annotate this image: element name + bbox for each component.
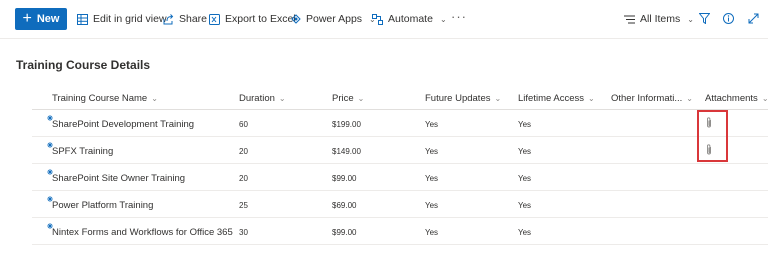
future-updates-cell: Yes: [425, 120, 439, 129]
table-row[interactable]: SharePoint Development Training 60 $199.…: [32, 110, 768, 137]
annotation-highlight-box: [697, 110, 728, 162]
export-excel-button[interactable]: Export to Excel: [209, 12, 296, 26]
chevron-down-icon: ⌄: [151, 94, 158, 103]
future-updates-cell: Yes: [425, 147, 439, 156]
table-row[interactable]: Power Platform Training 25 $69.00 Yes Ye…: [32, 191, 768, 218]
lifetime-access-cell: Yes: [518, 120, 532, 129]
new-button[interactable]: + New: [15, 8, 67, 30]
automate-label: Automate: [388, 13, 433, 25]
column-header-label: Lifetime Access: [518, 93, 584, 104]
duration-cell: 60: [239, 120, 248, 129]
lifetime-access-cell: Yes: [518, 201, 532, 210]
course-name-link[interactable]: SharePoint Site Owner Training: [52, 173, 185, 184]
column-header-attachments[interactable]: Attachments ⌄: [705, 93, 768, 104]
chevron-down-icon: ⌄: [588, 94, 595, 103]
course-name-link[interactable]: SharePoint Development Training: [52, 119, 194, 130]
column-header-label: Attachments: [705, 93, 758, 104]
chevron-down-icon: ⌄: [494, 94, 502, 103]
power-apps-icon: [291, 14, 301, 24]
price-cell: $149.00: [332, 147, 361, 156]
view-label: All Items: [640, 13, 681, 25]
view-lines-icon: [624, 15, 635, 23]
price-cell: $69.00: [332, 201, 357, 210]
column-header-price[interactable]: Price ⌄: [332, 93, 364, 104]
column-header-label: Other Informati...: [611, 93, 683, 104]
column-header-label: Price: [332, 93, 354, 104]
chevron-down-icon: ⌄: [278, 94, 286, 103]
lifetime-access-cell: Yes: [518, 174, 532, 183]
table-row[interactable]: Nintex Forms and Workflows for Office 36…: [32, 218, 768, 245]
share-button[interactable]: Share: [163, 12, 207, 26]
column-header-future-updates[interactable]: Future Updates ⌄: [425, 93, 501, 104]
share-label: Share: [179, 13, 208, 25]
column-header-other-info[interactable]: Other Informati... ⌄: [611, 93, 693, 104]
duration-cell: 20: [239, 174, 248, 183]
export-excel-label: Export to Excel: [225, 13, 296, 25]
plus-icon: +: [22, 9, 32, 27]
chevron-down-icon: ⌄: [687, 14, 694, 24]
column-header-label: Future Updates: [425, 93, 491, 104]
command-bar-divider: [0, 38, 768, 39]
excel-icon: [209, 13, 220, 25]
power-apps-label: Power Apps: [306, 13, 363, 25]
price-cell: $99.00: [332, 228, 357, 237]
power-apps-menu[interactable]: Power Apps ⌄: [291, 12, 376, 26]
lifetime-access-cell: Yes: [518, 228, 532, 237]
column-header-duration[interactable]: Duration ⌄: [239, 93, 286, 104]
table-row[interactable]: SPFX Training 20 $149.00 Yes Yes: [32, 137, 768, 164]
edit-grid-button[interactable]: Edit in grid view: [77, 12, 167, 26]
chevron-down-icon: ⌄: [761, 94, 768, 103]
chevron-down-icon: ⌄: [439, 14, 447, 24]
chevron-down-icon: ⌄: [357, 94, 365, 103]
duration-cell: 20: [239, 147, 248, 156]
course-name-link[interactable]: Nintex Forms and Workflows for Office 36…: [52, 227, 233, 238]
table-row[interactable]: SharePoint Site Owner Training 20 $99.00…: [32, 164, 768, 191]
edit-grid-label: Edit in grid view: [93, 13, 167, 25]
column-header-label: Training Course Name: [52, 93, 148, 104]
chevron-down-icon: ⌄: [686, 94, 693, 103]
automate-menu[interactable]: Automate ⌄: [372, 12, 447, 26]
course-name-link[interactable]: SPFX Training: [52, 146, 113, 157]
new-button-label: New: [36, 13, 60, 25]
view-switcher[interactable]: All Items ⌄: [624, 12, 694, 26]
more-options-button[interactable]: ···: [451, 9, 467, 24]
future-updates-cell: Yes: [425, 201, 439, 210]
future-updates-cell: Yes: [425, 174, 439, 183]
command-bar: + New Edit in grid view Share Export to …: [0, 0, 768, 38]
share-icon: [163, 13, 174, 24]
info-icon[interactable]: [723, 13, 734, 24]
price-cell: $199.00: [332, 120, 361, 129]
column-header-name[interactable]: Training Course Name ⌄: [52, 93, 158, 104]
duration-cell: 30: [239, 228, 248, 237]
column-header-lifetime-access[interactable]: Lifetime Access ⌄: [518, 93, 595, 104]
page-title: Training Course Details: [16, 58, 151, 72]
grid-icon: [77, 13, 88, 25]
price-cell: $99.00: [332, 174, 357, 183]
duration-cell: 25: [239, 201, 248, 210]
course-name-link[interactable]: Power Platform Training: [52, 200, 153, 211]
lifetime-access-cell: Yes: [518, 147, 532, 156]
filter-icon[interactable]: [699, 13, 710, 24]
column-header-label: Duration: [239, 93, 275, 104]
expand-icon[interactable]: [748, 13, 759, 24]
future-updates-cell: Yes: [425, 228, 439, 237]
automate-icon: [372, 13, 383, 25]
